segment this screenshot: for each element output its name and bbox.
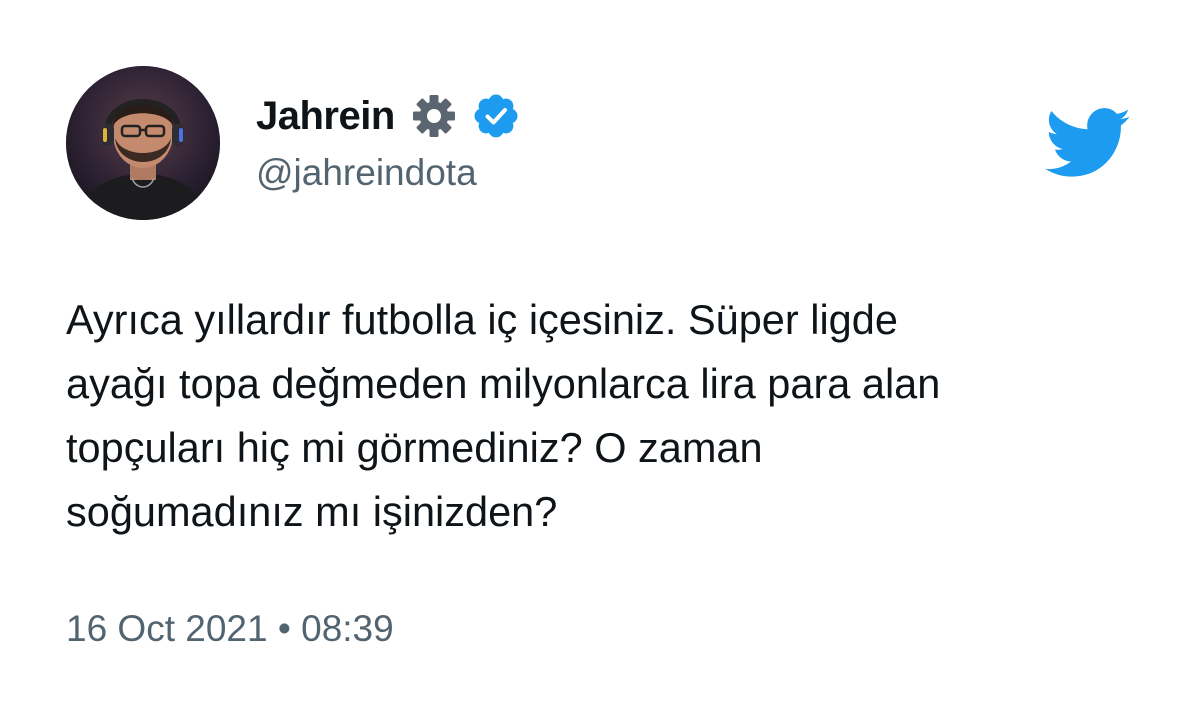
display-name[interactable]: Jahrein — [256, 94, 395, 139]
verified-badge-icon — [474, 94, 518, 138]
author-name-row: Jahrein — [256, 88, 519, 144]
author-handle[interactable]: @jahreindota — [256, 152, 477, 194]
timestamp-separator: • — [277, 608, 291, 649]
twitter-bird-icon[interactable] — [1046, 108, 1132, 180]
avatar[interactable] — [66, 66, 220, 220]
tweet-date: 16 Oct 2021 — [66, 608, 268, 649]
tweet-text: Ayrıca yıllardır futbolla iç içesiniz. S… — [66, 296, 941, 535]
gear-icon — [412, 95, 455, 137]
tweet-time: 08:39 — [301, 608, 394, 649]
tweet-timestamp[interactable]: 16 Oct 2021 • 08:39 — [66, 608, 394, 650]
avatar-image — [66, 66, 220, 220]
